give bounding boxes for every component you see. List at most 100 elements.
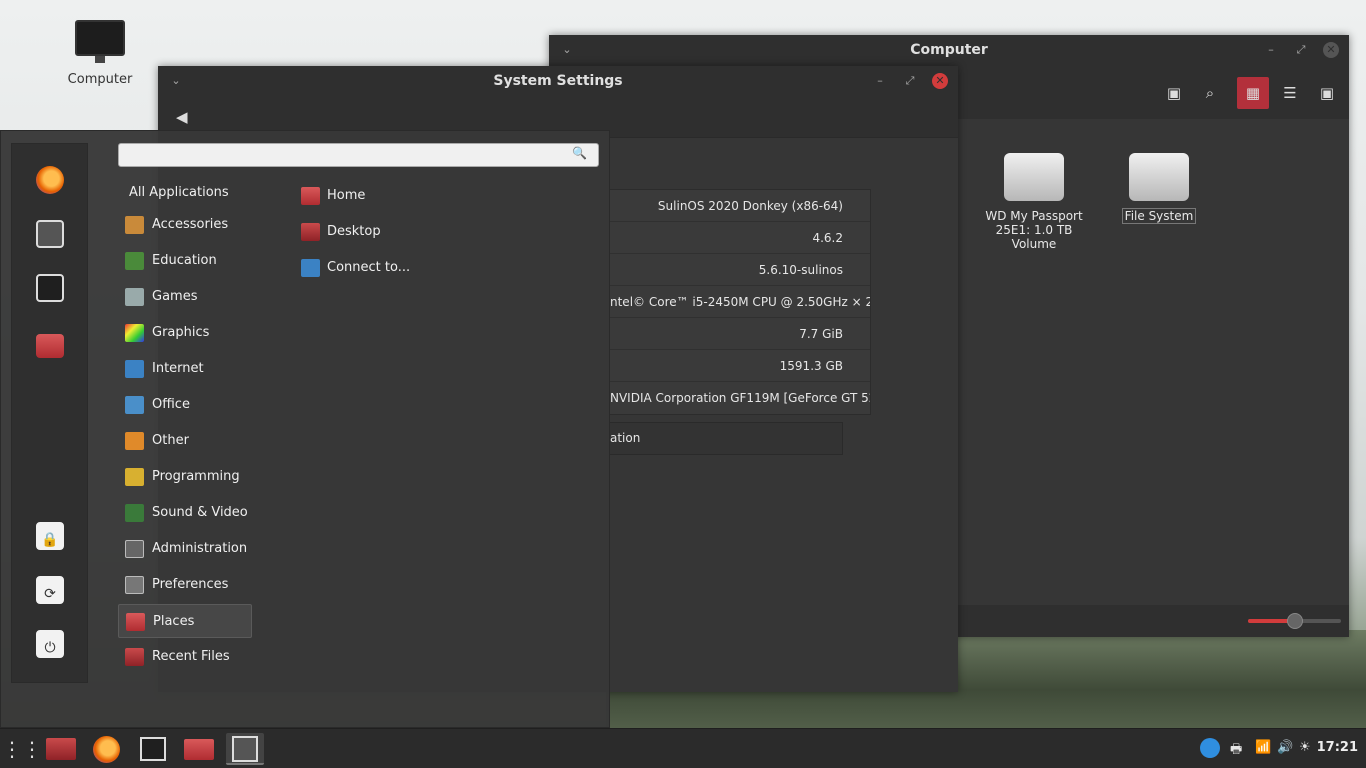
place-home[interactable]: Home <box>299 179 365 213</box>
category-programming[interactable]: Programming <box>118 460 252 494</box>
category-administration[interactable]: Administration <box>118 532 252 566</box>
open-terminal-icon[interactable]: ▣ <box>1158 77 1190 109</box>
search-input[interactable] <box>119 144 559 167</box>
education-icon <box>125 252 144 270</box>
desktop-icon-label: Computer <box>67 72 133 87</box>
volume-icon[interactable]: 🔊 <box>1277 740 1293 755</box>
category-recent-files[interactable]: Recent Files <box>118 640 252 674</box>
places-icon <box>126 613 145 631</box>
place-label: Home <box>327 188 366 203</box>
drive-label: File System <box>1121 208 1197 224</box>
drive-file-system[interactable]: File System <box>1104 153 1214 224</box>
category-label: Places <box>153 614 195 629</box>
maximize-button[interactable]: ⤢ <box>902 73 918 89</box>
category-all-applications[interactable]: All Applications <box>118 176 252 210</box>
logout-icon[interactable]: ⟳ <box>36 576 64 604</box>
application-menu[interactable]: 🔒 ⟳ ⏻ 🔍 All Applications Accessories Edu… <box>0 130 610 728</box>
info-row-kernel: 5.6.10-sulinos <box>610 254 870 286</box>
list-view-button[interactable]: ☰ <box>1274 77 1306 109</box>
window-menu-icon[interactable]: ⌄ <box>168 73 184 89</box>
drive-wd-passport[interactable]: WD My Passport 25E1: 1.0 TB Volume <box>979 153 1089 251</box>
category-internet[interactable]: Internet <box>118 352 252 386</box>
settings-window-title: System Settings <box>493 73 623 89</box>
category-label: Programming <box>152 469 240 484</box>
accessories-icon <box>125 216 144 234</box>
window-menu-icon[interactable]: ⌄ <box>559 42 575 58</box>
computer-window-title: Computer <box>910 42 988 58</box>
brightness-icon[interactable]: ☀ <box>1299 740 1311 755</box>
category-education[interactable]: Education <box>118 244 252 278</box>
category-label: Games <box>152 289 198 304</box>
category-label: Sound & Video <box>152 505 248 520</box>
category-label: Other <box>152 433 189 448</box>
menu-search-field[interactable]: 🔍 <box>118 143 599 167</box>
category-label: Internet <box>152 361 204 376</box>
printer-icon[interactable]: 🖶 <box>1230 740 1242 762</box>
hard-disk-icon <box>1129 153 1189 201</box>
place-desktop[interactable]: Desktop <box>299 215 381 249</box>
category-graphics[interactable]: Graphics <box>118 316 252 350</box>
category-games[interactable]: Games <box>118 280 252 314</box>
lock-screen-icon[interactable]: 🔒 <box>36 522 64 550</box>
recent-files-icon <box>125 648 144 666</box>
sound-video-icon <box>125 504 144 522</box>
office-icon <box>125 396 144 414</box>
drive-label: WD My Passport 25E1: 1.0 TB Volume <box>985 209 1083 251</box>
info-row-memory: 7.7 GiB <box>610 318 870 350</box>
icon-view-button[interactable]: ▦ <box>1237 77 1269 109</box>
upload-system-info-button[interactable]: ation <box>609 422 843 455</box>
settings-titlebar[interactable]: ⌄ System Settings – ⤢ ✕ <box>158 66 958 96</box>
compact-view-button[interactable]: ▣ <box>1311 77 1343 109</box>
category-label: Office <box>152 397 190 412</box>
programming-icon <box>125 468 144 486</box>
graphics-icon <box>125 324 144 342</box>
clock[interactable]: 17:21 <box>1317 740 1358 755</box>
terminal-taskbar-icon[interactable] <box>134 733 172 765</box>
search-icon[interactable]: ⌕ <box>1194 77 1226 109</box>
category-accessories[interactable]: Accessories <box>118 208 252 242</box>
zoom-slider-handle[interactable] <box>1286 613 1303 629</box>
system-settings-taskbar-icon[interactable] <box>226 733 264 765</box>
place-label: Desktop <box>327 224 381 239</box>
taskbar: ⋮⋮⋮ 🖶 📶 🔊 ☀ 17:21 <box>0 728 1366 768</box>
files-folder-icon[interactable] <box>36 334 64 358</box>
info-row-disk: 1591.3 GB <box>610 350 870 382</box>
home-folder-icon <box>301 187 320 205</box>
category-label: Administration <box>152 541 248 556</box>
firefox-icon[interactable] <box>36 166 64 194</box>
category-places[interactable]: Places <box>118 604 252 638</box>
preferences-icon <box>125 576 144 594</box>
favorites-sidebar: 🔒 ⟳ ⏻ <box>11 143 88 683</box>
system-settings-icon[interactable] <box>36 220 64 248</box>
category-preferences[interactable]: Preferences <box>118 568 252 602</box>
zoom-slider[interactable] <box>1248 613 1341 629</box>
search-icon: 🔍 <box>572 146 587 160</box>
wifi-icon[interactable]: 📶 <box>1255 740 1271 755</box>
minimize-button[interactable]: – <box>872 73 888 89</box>
internet-icon <box>125 360 144 378</box>
upload-button-label: ation <box>610 431 641 445</box>
show-desktop-button[interactable] <box>42 733 80 765</box>
telegram-icon[interactable] <box>1200 738 1220 758</box>
maximize-button[interactable]: ⤢ <box>1293 42 1309 58</box>
desktop-icon-computer[interactable]: Computer <box>58 20 142 87</box>
category-label: Recent Files <box>152 649 230 664</box>
computer-titlebar[interactable]: ⌄ Computer – ⤢ ✕ <box>549 35 1349 65</box>
info-row-os: SulinOS 2020 Donkey (x86-64) <box>610 190 870 222</box>
menu-grid-icon[interactable]: ⋮⋮⋮ <box>2 733 62 765</box>
close-button[interactable]: ✕ <box>932 73 948 89</box>
terminal-icon[interactable] <box>36 274 64 302</box>
desktop-folder-icon <box>301 223 320 241</box>
minimize-button[interactable]: – <box>1263 42 1279 58</box>
shutdown-icon[interactable]: ⏻ <box>36 630 64 658</box>
place-connect-to[interactable]: Connect to... <box>299 251 410 285</box>
category-sound-video[interactable]: Sound & Video <box>118 496 252 530</box>
category-other[interactable]: Other <box>118 424 252 458</box>
back-arrow-icon[interactable]: ◀ <box>176 108 188 126</box>
category-office[interactable]: Office <box>118 388 252 422</box>
computer-icon <box>75 20 125 63</box>
close-button[interactable]: ✕ <box>1323 42 1339 58</box>
firefox-taskbar-icon[interactable] <box>88 733 126 765</box>
info-row-graphics: NVIDIA Corporation GF119M [GeForce GT 52… <box>610 391 870 405</box>
files-taskbar-icon[interactable] <box>180 733 218 765</box>
